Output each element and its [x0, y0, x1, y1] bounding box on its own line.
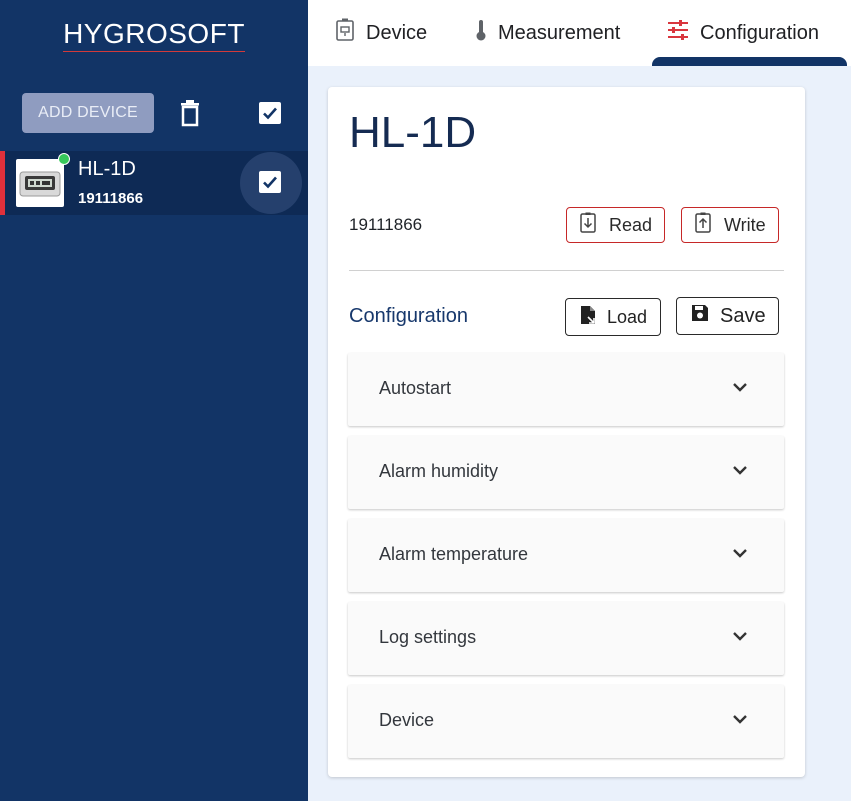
sidebar: HYGROSOFT ADD DEVICE HL-1D 19111866 [0, 0, 308, 801]
chevron-down-icon [732, 629, 748, 647]
tab-label: Configuration [700, 21, 819, 44]
configuration-heading: Configuration [349, 305, 468, 327]
device-checkbox[interactable] [240, 152, 302, 214]
delete-icon[interactable] [178, 98, 202, 128]
accordion-label: Alarm temperature [379, 544, 529, 564]
device-name: HL-1D [78, 158, 136, 180]
logo: HYGROSOFT [0, 18, 308, 52]
load-button[interactable]: Load [565, 298, 661, 336]
device-serial-number: 19111866 [349, 215, 423, 234]
read-button[interactable]: Read [566, 207, 665, 243]
sliders-icon [666, 19, 690, 47]
chevron-down-icon [732, 712, 748, 730]
accordion-label: Autostart [379, 378, 452, 398]
save-button[interactable]: Save [676, 297, 779, 335]
device-thumbnail [16, 159, 64, 207]
write-button[interactable]: Write [681, 207, 779, 243]
floppy-disk-icon [690, 303, 710, 329]
save-label: Save [720, 304, 766, 327]
device-upload-icon [694, 212, 712, 239]
tab-label: Device [366, 21, 428, 44]
checkbox-checked-icon [259, 102, 281, 124]
online-status-dot [58, 153, 70, 165]
checkbox-checked-icon [259, 171, 281, 193]
tab-measurement[interactable]: Measurement [474, 0, 620, 66]
device-download-icon [579, 212, 597, 239]
accordion-log-settings[interactable]: Log settings [348, 602, 784, 675]
chevron-down-icon [732, 380, 748, 398]
selected-indicator [0, 151, 5, 215]
logo-text: HYGROSOFT [63, 18, 245, 52]
accordion-device[interactable]: Device [348, 685, 784, 758]
read-label: Read [609, 214, 653, 235]
accordion-label: Log settings [379, 627, 477, 647]
accordion-label: Alarm humidity [379, 461, 499, 481]
chevron-down-icon [732, 546, 748, 564]
accordion-autostart[interactable]: Autostart [348, 353, 784, 426]
accordion-alarm-humidity[interactable]: Alarm humidity [348, 436, 784, 509]
file-open-icon [579, 305, 597, 330]
active-tab-indicator [652, 57, 847, 66]
tab-label: Measurement [498, 21, 621, 44]
divider [349, 270, 784, 271]
tab-device[interactable]: Device [334, 0, 427, 66]
load-label: Load [607, 306, 648, 327]
accordion-alarm-temperature[interactable]: Alarm temperature [348, 519, 784, 592]
device-serial: 19111866 [78, 190, 144, 207]
thermometer-icon [474, 18, 488, 48]
select-all-checkbox[interactable] [256, 99, 284, 127]
page-title: HL-1D [349, 108, 477, 157]
accordion-label: Device [379, 710, 435, 730]
add-device-button[interactable]: ADD DEVICE [22, 93, 154, 133]
device-icon [334, 18, 356, 48]
chevron-down-icon [732, 463, 748, 481]
write-label: Write [724, 214, 766, 235]
